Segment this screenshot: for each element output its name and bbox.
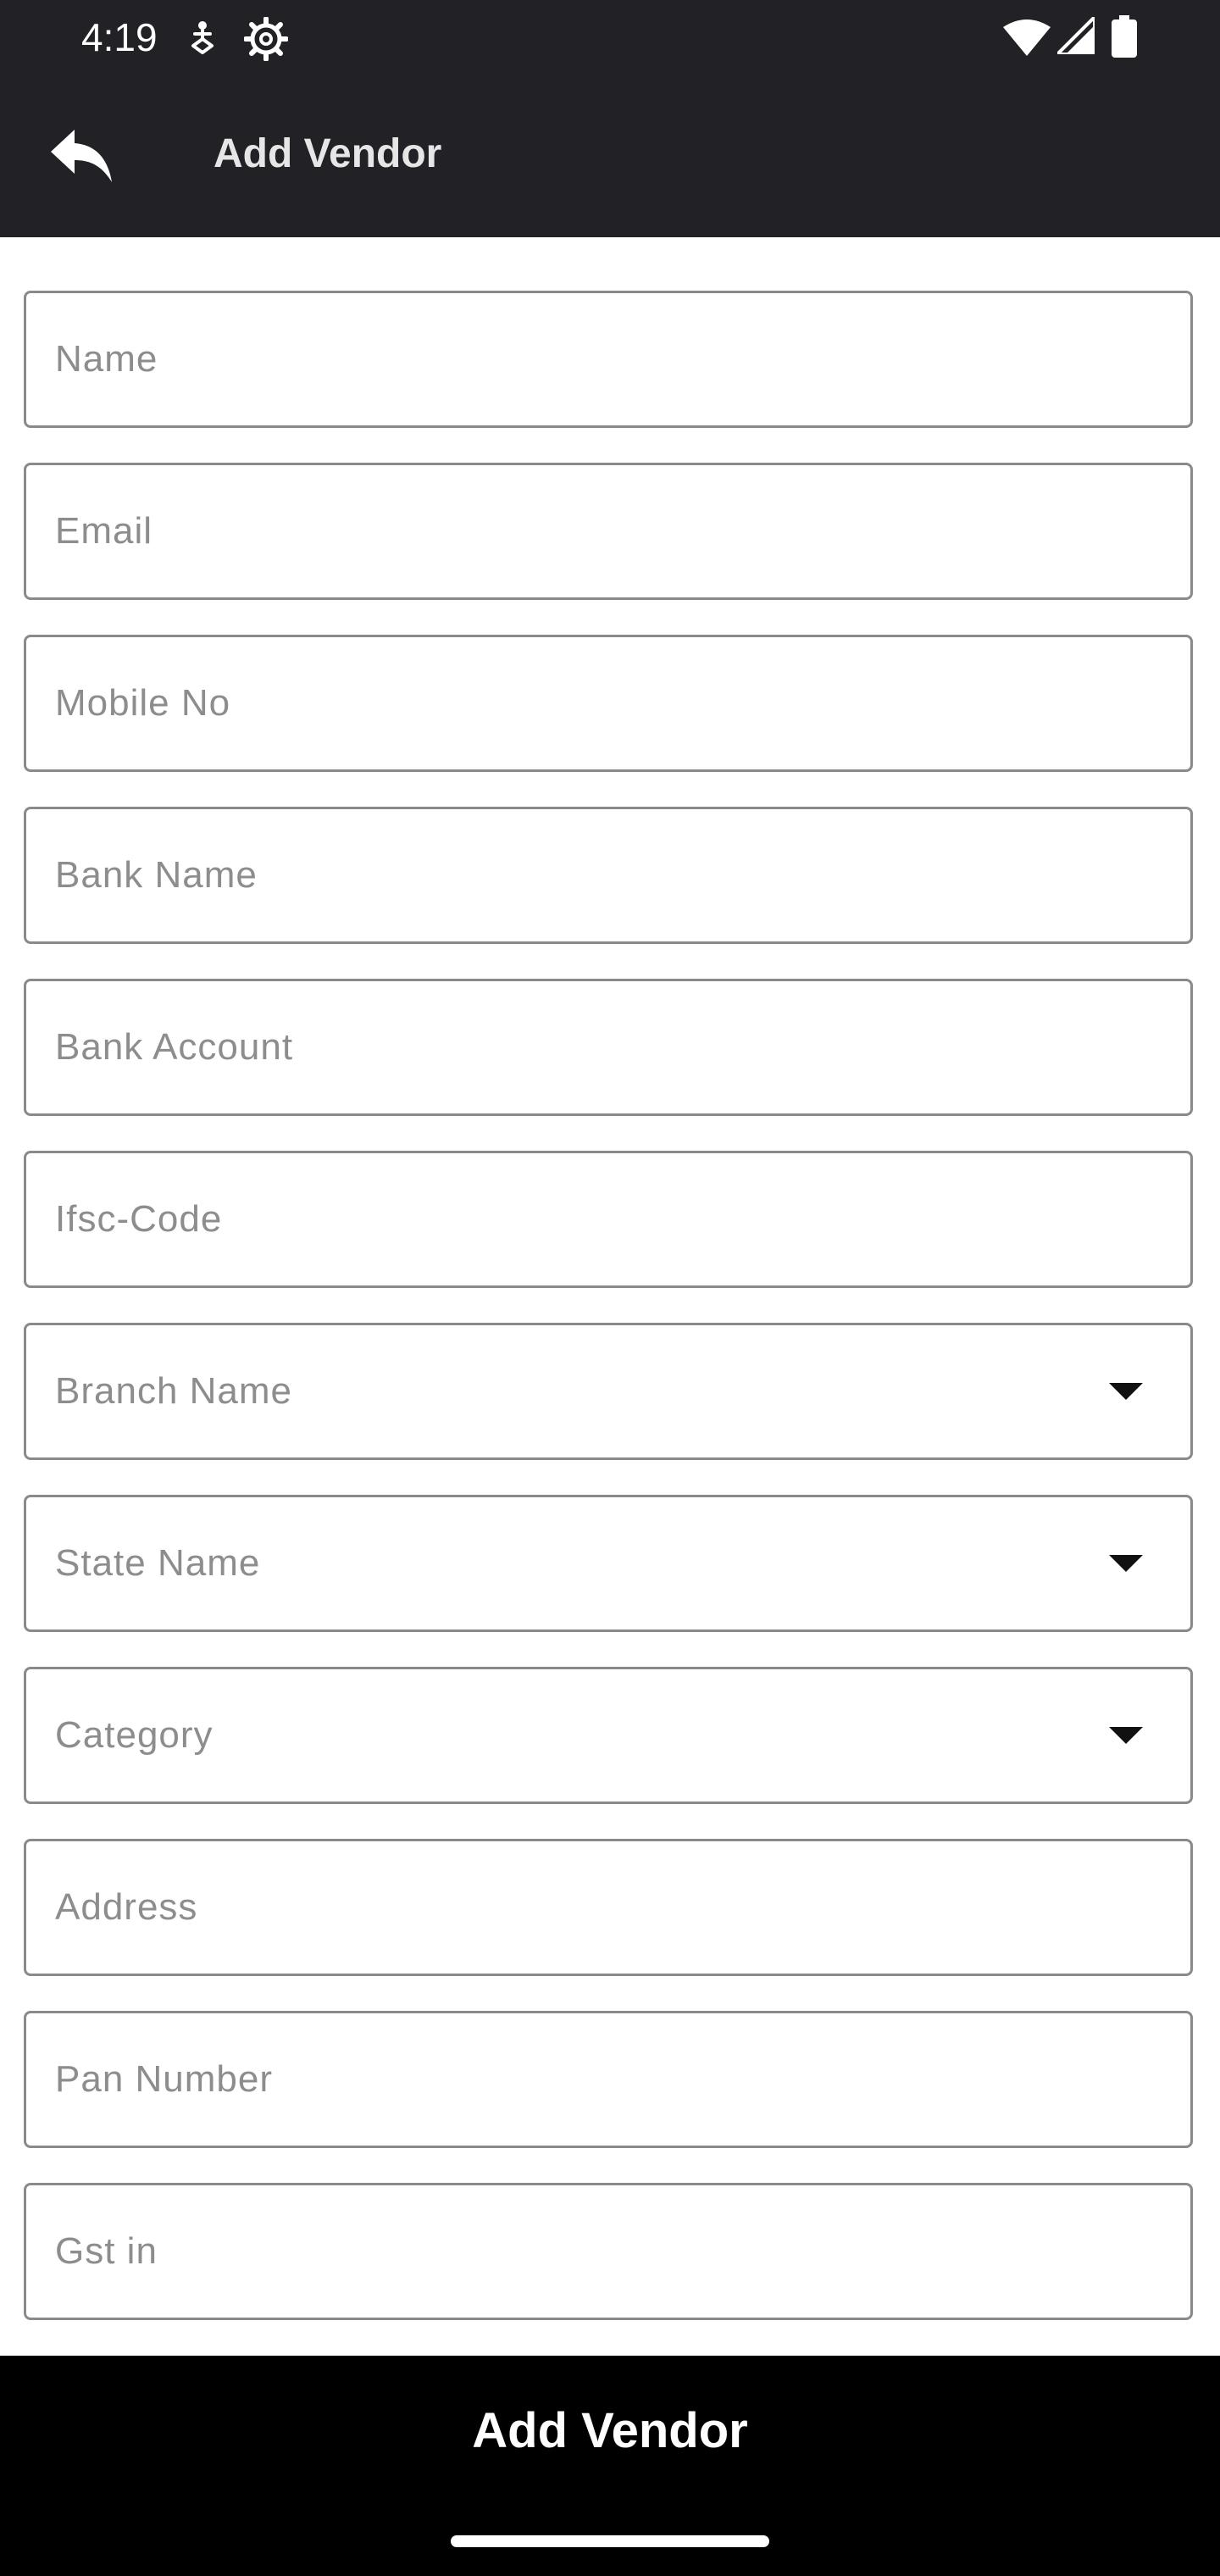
bank-account-input[interactable]: Bank Account: [24, 979, 1193, 1116]
page-title: Add Vendor: [214, 131, 442, 176]
bank-name-input[interactable]: Bank Name: [24, 807, 1193, 944]
ifsc-code-placeholder: Ifsc-Code: [55, 1198, 223, 1240]
branch-name-dropdown[interactable]: Branch Name: [24, 1323, 1193, 1460]
dropdown-arrow-icon: [1109, 1383, 1143, 1400]
gst-in-input[interactable]: Gst in: [24, 2183, 1193, 2320]
ifsc-code-input[interactable]: Ifsc-Code: [24, 1151, 1193, 1288]
bank-account-placeholder: Bank Account: [55, 1026, 294, 1068]
bottom-bar: Add Vendor: [0, 2356, 1220, 2576]
branch-name-placeholder: Branch Name: [55, 1370, 293, 1412]
back-button[interactable]: [34, 108, 129, 203]
state-name-dropdown[interactable]: State Name: [24, 1495, 1193, 1632]
category-placeholder: Category: [55, 1714, 214, 1756]
gst-in-placeholder: Gst in: [55, 2230, 158, 2272]
status-time: 4:19: [81, 15, 158, 59]
settings-gear-icon: [244, 17, 288, 61]
cellular-signal-icon: [1057, 17, 1095, 54]
mobile-number-input[interactable]: Mobile No: [24, 635, 1193, 772]
mobile-number-placeholder: Mobile No: [55, 682, 231, 724]
accessibility-icon: [191, 21, 214, 54]
reply-arrow-icon: [51, 130, 112, 182]
name-placeholder: Name: [55, 338, 158, 380]
status-bar: 4:19: [0, 0, 1220, 75]
pan-number-input[interactable]: Pan Number: [24, 2011, 1193, 2148]
header-background: 4:19 Add Vendor: [0, 0, 1220, 237]
add-vendor-button[interactable]: Add Vendor: [0, 2356, 1220, 2505]
email-placeholder: Email: [55, 510, 153, 552]
wifi-icon: [1003, 19, 1051, 56]
app-bar: Add Vendor: [0, 75, 1220, 237]
state-name-placeholder: State Name: [55, 1542, 261, 1584]
add-vendor-screen: 4:19 Add Vendor Name Email Mobile No Ban…: [0, 0, 1220, 2576]
dropdown-arrow-icon: [1109, 1727, 1143, 1744]
pan-number-placeholder: Pan Number: [55, 2058, 274, 2100]
category-dropdown[interactable]: Category: [24, 1667, 1193, 1804]
bank-name-placeholder: Bank Name: [55, 854, 258, 896]
name-input[interactable]: Name: [24, 291, 1193, 428]
battery-icon: [1112, 15, 1137, 58]
address-input[interactable]: Address: [24, 1839, 1193, 1976]
email-input[interactable]: Email: [24, 463, 1193, 600]
home-indicator[interactable]: [451, 2535, 769, 2547]
dropdown-arrow-icon: [1109, 1555, 1143, 1572]
address-placeholder: Address: [55, 1886, 198, 1928]
